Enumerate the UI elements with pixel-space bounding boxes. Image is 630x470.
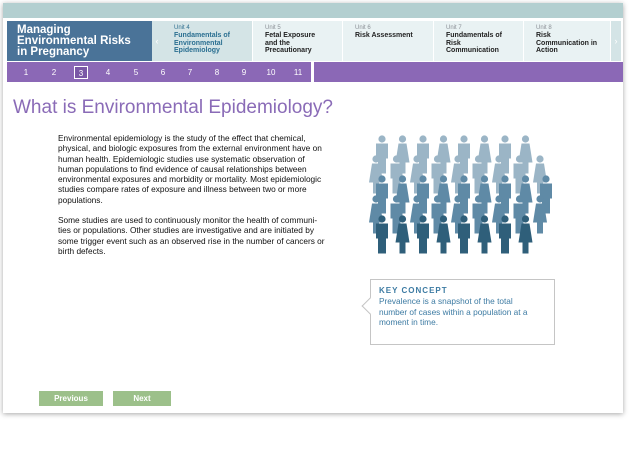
- page-link-5[interactable]: 5: [129, 66, 143, 79]
- previous-button[interactable]: Previous: [39, 391, 103, 406]
- unit-name-line: and the: [265, 39, 290, 47]
- unit-number: Unit 8: [536, 25, 552, 31]
- unit-name-line: Fundamentals of: [446, 32, 503, 39]
- course-title-line: in Pregnancy: [17, 46, 90, 58]
- unit-name-line: Communication: [446, 47, 499, 54]
- unit-tab-7[interactable]: Unit 7 Fundamentals of Risk Communicatio…: [434, 21, 524, 61]
- body-text: Environmental epidemiology is the study …: [58, 133, 348, 266]
- unit-name-line: Risk Assessment: [355, 32, 413, 39]
- text-line: moment in time.: [379, 317, 439, 327]
- paragraph-2: Some studies are used to continuously mo…: [58, 215, 348, 256]
- paragraph-1: Environmental epidemiology is the study …: [58, 133, 348, 205]
- text-line: human health. Epidemiologic studies use …: [58, 153, 305, 164]
- unit-number: Unit 7: [446, 25, 462, 31]
- page-link-3-current[interactable]: 3: [74, 66, 88, 79]
- page-navigation-bar: 1 2 3 4 5 6 7 8 9 10 11: [7, 62, 623, 82]
- unit-tab-4[interactable]: Unit 4 Fundamentals of Environmental Epi…: [162, 21, 253, 61]
- text-line: birth defects.: [58, 245, 106, 256]
- page-link-2[interactable]: 2: [47, 66, 61, 79]
- course-frame: Managing Environmental Risks in Pregnanc…: [3, 3, 623, 413]
- callout-pointer: [361, 297, 379, 315]
- unit-name-line: Precautionary: [265, 47, 312, 54]
- page-link-11[interactable]: 11: [291, 66, 305, 79]
- unit-name-line: Fetal Exposure: [265, 32, 316, 39]
- text-line: some trigger event such as an observed r…: [58, 235, 325, 246]
- page-link-4[interactable]: 4: [101, 66, 115, 79]
- page-link-9[interactable]: 9: [237, 66, 251, 79]
- text-line: Prevalence is a snapshot of the total: [379, 296, 513, 306]
- text-line: Environmental epidemiology is the study …: [58, 133, 306, 143]
- unit-name-line: Environmental: [174, 39, 223, 47]
- unit-name-line: Fundamentals of: [174, 32, 231, 39]
- text-line: Some studies are used to continuously mo…: [58, 215, 318, 226]
- unit-tab-5[interactable]: Unit 5 Fetal Exposure and the Precaution…: [253, 21, 343, 61]
- top-bar: [3, 3, 623, 18]
- unit-tab-8[interactable]: Unit 8 Risk Communication in Action: [524, 21, 611, 61]
- unit-number: Unit 4: [174, 25, 190, 31]
- unit-name-line: Action: [536, 47, 558, 54]
- unit-name-line: Risk: [536, 32, 551, 39]
- course-title-block: Managing Environmental Risks in Pregnanc…: [7, 21, 152, 61]
- unit-prev-arrow-icon[interactable]: ‹: [152, 21, 162, 61]
- text-line: number of cases within a population at a: [379, 306, 528, 317]
- text-line: ties or populations. Other studies are i…: [58, 225, 314, 236]
- unit-number: Unit 5: [265, 25, 281, 31]
- key-concept-heading: KEY CONCEPT: [379, 286, 448, 295]
- text-line: studies compare rates of exposure and il…: [58, 184, 307, 195]
- population-illustration: [369, 135, 552, 254]
- text-line: environmental exposures and morbidity or…: [58, 174, 322, 185]
- text-line: populations.: [58, 194, 103, 205]
- unit-number: Unit 6: [355, 25, 371, 31]
- next-button[interactable]: Next: [113, 391, 171, 406]
- key-concept-box: KEY CONCEPT Prevalence is a snapshot of …: [361, 279, 555, 345]
- page-bar-divider: [311, 62, 314, 82]
- unit-name-line: Risk: [446, 39, 461, 47]
- unit-tab-6[interactable]: Unit 6 Risk Assessment: [343, 21, 434, 61]
- key-concept-text: Prevalence is a snapshot of the total nu…: [379, 296, 546, 328]
- page-link-7[interactable]: 7: [183, 66, 197, 79]
- text-line: human populations to find evidence of ca…: [58, 163, 307, 174]
- text-line: physical, and biologic exposures from th…: [58, 143, 322, 154]
- page-link-10[interactable]: 10: [264, 66, 278, 79]
- page-link-1[interactable]: 1: [19, 66, 33, 79]
- unit-name-line: Communication in: [536, 39, 598, 47]
- unit-name-line: Epidemiology: [174, 47, 220, 54]
- page-link-8[interactable]: 8: [210, 66, 224, 79]
- page-link-6[interactable]: 6: [156, 66, 170, 79]
- unit-next-arrow-icon[interactable]: ›: [611, 21, 621, 61]
- page-title: What is Environmental Epidemiology?: [13, 97, 333, 118]
